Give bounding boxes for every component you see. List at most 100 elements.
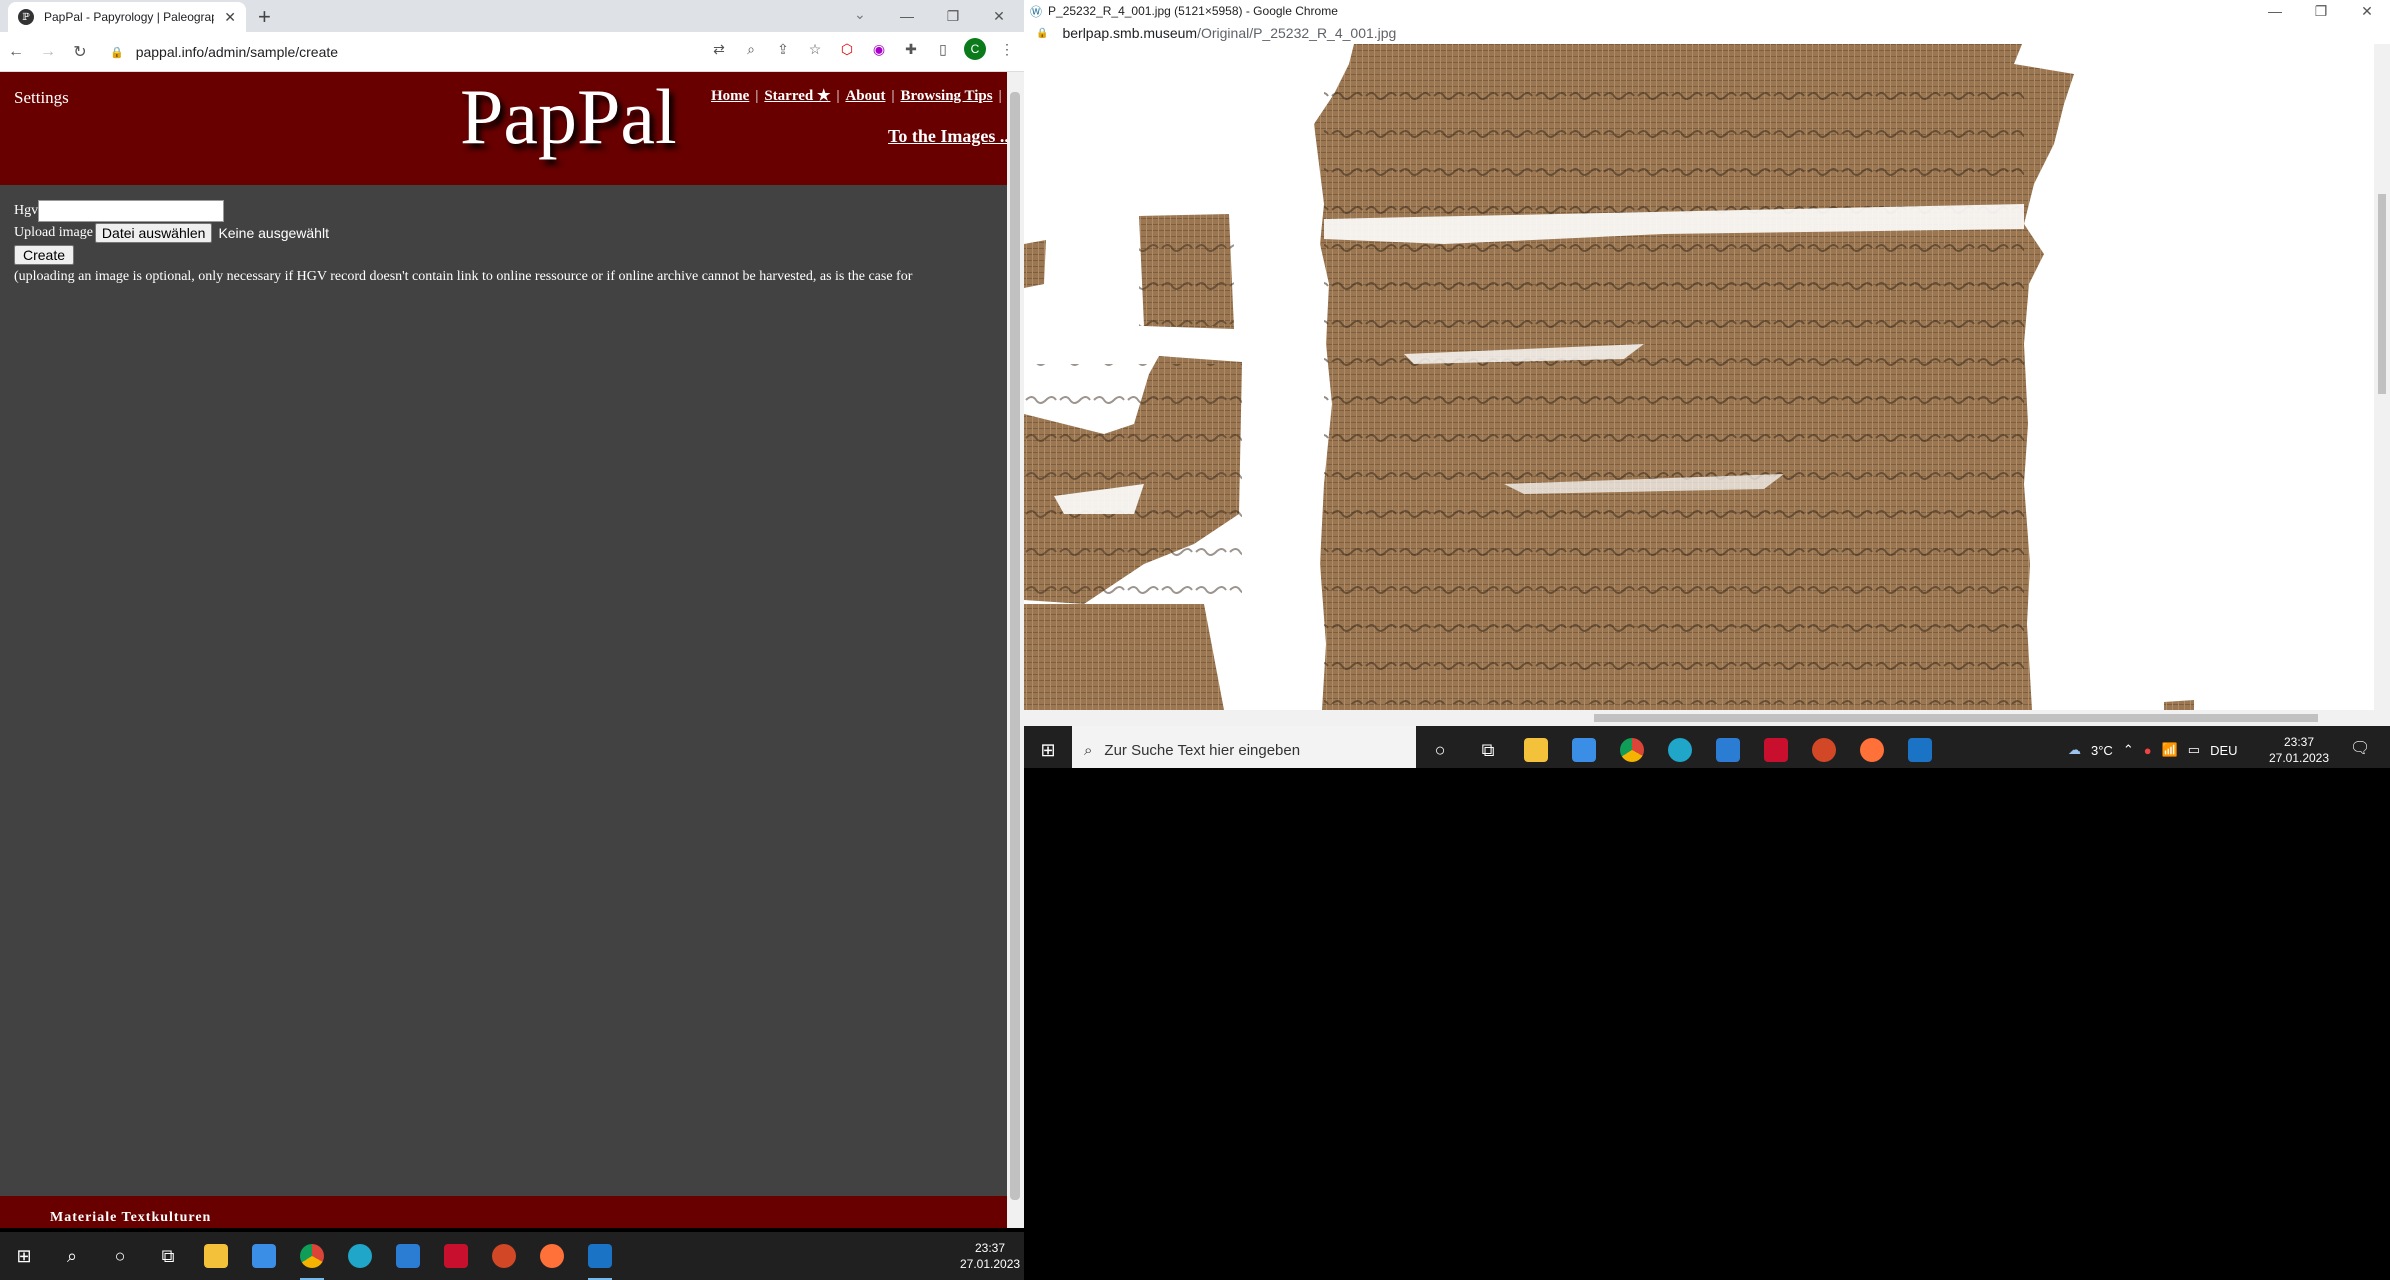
search-icon[interactable]: ⌕ (48, 1232, 96, 1280)
tray-chevron-icon[interactable]: ⌃ (2123, 742, 2134, 758)
url-path: /Original/P_25232_R_4_001.jpg (1197, 25, 1397, 41)
menu-icon[interactable]: ⋮ (996, 38, 1018, 60)
hgv-input[interactable] (38, 200, 225, 222)
extensions-puzzle-icon[interactable]: ✚ (900, 38, 922, 60)
windows-start-icon[interactable]: ⊞ (1024, 726, 1072, 768)
wordpress-favicon-icon: Ⓦ (1030, 4, 1043, 19)
file-status: Keine ausgewählt (218, 225, 329, 241)
tab-search-icon[interactable]: ⌄ (854, 6, 866, 23)
url-text: pappal.info/admin/sample/create (135, 44, 339, 60)
powerpoint-icon[interactable] (480, 1232, 528, 1280)
nav-browsing-tips[interactable]: Browsing Tips (900, 88, 992, 104)
pappal-logo[interactable]: PapPal (460, 72, 677, 162)
image-horizontal-scroll-thumb[interactable] (1594, 714, 2318, 722)
to-images-link[interactable]: To the Images ... (888, 126, 1007, 147)
tab-title: PapPal - Papyrology | Paleography (44, 10, 215, 24)
task-view-icon[interactable]: ⧉ (144, 1232, 192, 1280)
firefox-icon[interactable] (528, 1232, 576, 1280)
cortana-icon[interactable]: ○ (1416, 726, 1464, 768)
url-host: berlpap.smb.museum (1062, 25, 1198, 41)
photos-icon[interactable] (576, 1232, 624, 1280)
acrobat-icon[interactable] (432, 1232, 480, 1280)
minimize-icon[interactable]: — (2252, 0, 2298, 22)
translate-icon[interactable]: ⇄ (708, 38, 730, 60)
nav-about[interactable]: About (845, 88, 885, 104)
clock-date: 27.01.2023 (960, 1257, 1021, 1271)
clock-time: 23:37 (974, 1241, 1006, 1255)
store-icon[interactable] (1560, 726, 1608, 768)
side-panel-icon[interactable]: ▯ (932, 38, 954, 60)
file-select-button[interactable]: Datei auswählen (94, 223, 213, 243)
mail-icon[interactable] (1704, 726, 1752, 768)
file-explorer-icon[interactable] (1512, 726, 1560, 768)
settings-link[interactable]: Settings (14, 88, 69, 108)
chrome-icon[interactable] (288, 1232, 336, 1280)
taskbar-search-box[interactable]: ⌕ Zur Suche Text hier eingeben (1072, 726, 1416, 768)
powerpoint-icon[interactable] (1800, 726, 1848, 768)
profile-avatar[interactable]: C (964, 38, 986, 60)
create-sample-form: Hgv Upload image Datei auswählen Keine a… (14, 200, 912, 288)
photos-icon[interactable] (1896, 726, 1944, 768)
create-button[interactable]: Create (14, 245, 75, 265)
clock[interactable]: 23:37 27.01.2023 (960, 1240, 1020, 1272)
toolbar-icons: ⇄ ⌕ ⇪ ☆ ⬡ ◉ ✚ ▯ C ⋮ (708, 38, 1018, 60)
image-vertical-scroll-thumb[interactable] (2378, 194, 2386, 394)
bookmark-star-icon[interactable]: ☆ (804, 38, 826, 60)
minimize-icon[interactable]: — (884, 0, 930, 32)
extension-purple-icon[interactable]: ◉ (868, 38, 890, 60)
hgv-label: Hgv (14, 203, 39, 218)
restore-icon[interactable]: ❐ (930, 0, 976, 32)
windows-start-icon[interactable]: ⊞ (0, 1232, 48, 1280)
mail-icon[interactable] (384, 1232, 432, 1280)
browser-tab[interactable]: ℙ PapPal - Papyrology | Paleography ✕ (8, 2, 246, 32)
edge-icon[interactable] (336, 1232, 384, 1280)
vertical-scroll-thumb[interactable] (1010, 92, 1020, 1200)
image-address-bar[interactable]: 🔒 berlpap.smb.museum/Original/P_25232_R_… (1024, 22, 2390, 44)
network-icon[interactable]: 📶 (2162, 742, 2178, 758)
task-view-icon[interactable]: ⧉ (1464, 726, 1512, 768)
page-footer: Materiale Textkulturen (0, 1196, 1007, 1228)
pappal-favicon-icon: ℙ (18, 9, 34, 25)
reload-icon[interactable]: ↻ (64, 42, 96, 62)
chrome-icon[interactable] (1608, 726, 1656, 768)
extension-red-icon[interactable]: ⬡ (836, 38, 858, 60)
top-nav: Home | Starred ★ | About | Browsing Tips | (711, 88, 1002, 104)
lock-icon: 🔒 (1036, 27, 1049, 39)
forward-icon[interactable]: → (32, 43, 64, 61)
back-icon[interactable]: ← (0, 43, 32, 61)
share-icon[interactable]: ⇪ (772, 38, 794, 60)
clock-date: 27.01.2023 (2268, 751, 2330, 765)
image-vertical-scrollbar[interactable] (2374, 44, 2390, 710)
restore-icon[interactable]: ❐ (2298, 0, 2344, 22)
clock-time: 23:37 (2283, 735, 2315, 749)
edge-icon[interactable] (1656, 726, 1704, 768)
pappal-page: Settings PapPal Home | Starred ★ | About | Bro… (0, 72, 1007, 1228)
battery-icon[interactable]: ▭ (2188, 742, 2200, 758)
window-controls: — ❐ ✕ (884, 0, 1022, 32)
weather-temp[interactable]: 3°C (2091, 743, 2113, 758)
firefox-icon[interactable] (1848, 726, 1896, 768)
tray-app-icon[interactable]: ● (2144, 743, 2152, 758)
nav-starred[interactable]: Starred ★ (764, 88, 830, 104)
papyrus-image-viewer[interactable] (1024, 44, 2390, 710)
cortana-icon[interactable]: ○ (96, 1232, 144, 1280)
nav-home[interactable]: Home (711, 88, 749, 104)
image-window-title: P_25232_R_4_001.jpg (5121×5958) - Google… (1048, 4, 1338, 18)
notifications-icon[interactable]: 🗨 (2350, 738, 2370, 758)
clock[interactable]: 23:37 27.01.2023 (2264, 734, 2334, 766)
file-explorer-icon[interactable] (192, 1232, 240, 1280)
close-window-icon[interactable]: ✕ (976, 0, 1022, 32)
search-icon: ⌕ (1084, 741, 1093, 759)
upload-image-label: Upload image (14, 225, 93, 240)
acrobat-icon[interactable] (1752, 726, 1800, 768)
image-horizontal-scrollbar[interactable] (1024, 710, 2390, 726)
store-icon[interactable] (240, 1232, 288, 1280)
input-language[interactable]: DEU (2210, 743, 2237, 758)
close-tab-icon[interactable]: ✕ (224, 9, 236, 26)
zoom-icon[interactable]: ⌕ (740, 38, 762, 60)
new-tab-icon[interactable]: + (258, 4, 271, 30)
weather-cloud-icon[interactable]: ☁ (2068, 742, 2081, 758)
system-tray: ☁ 3°C ⌃ ● 📶 ▭ DEU (2068, 726, 2238, 768)
close-window-icon[interactable]: ✕ (2344, 0, 2390, 22)
vertical-scrollbar[interactable] (1007, 72, 1024, 1228)
